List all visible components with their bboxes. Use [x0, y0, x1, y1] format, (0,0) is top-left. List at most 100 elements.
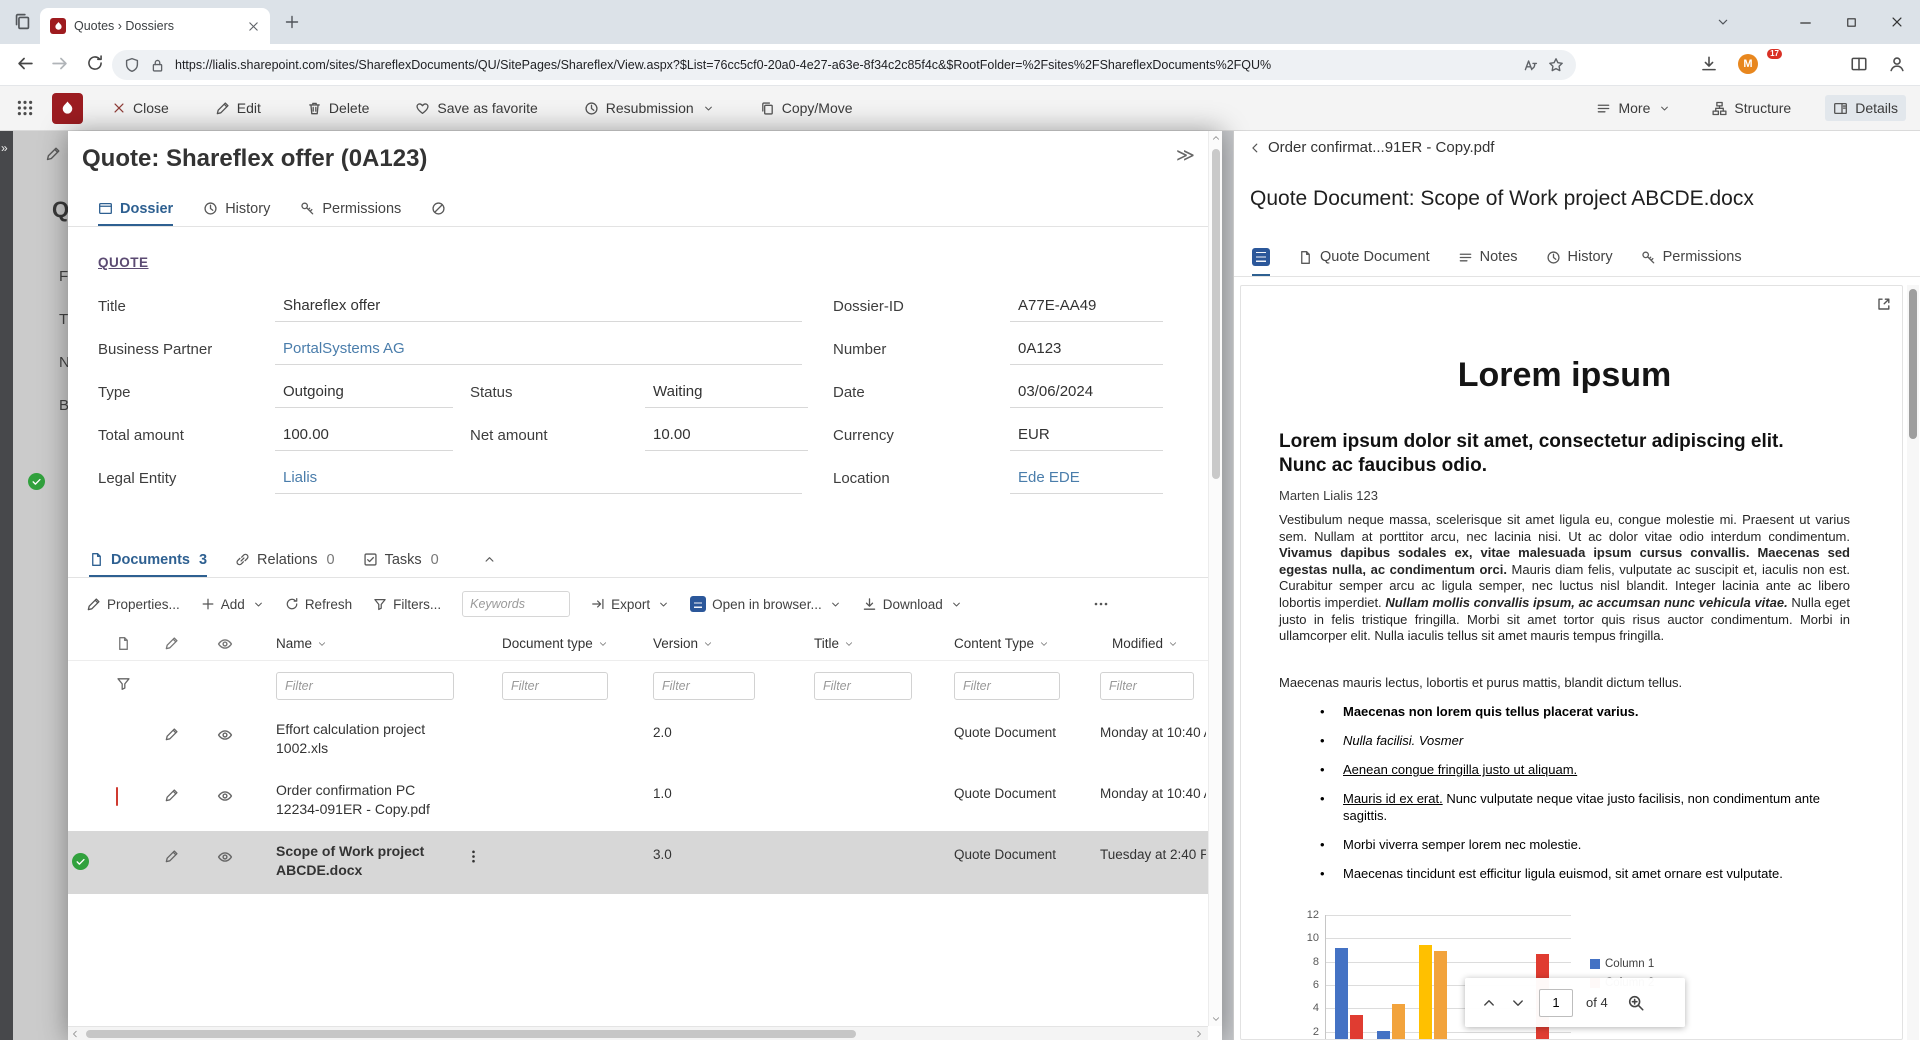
column-header-content-type[interactable]: Content Type	[954, 636, 1049, 651]
tab-list-chevron-icon[interactable]	[1716, 15, 1730, 29]
edit-button[interactable]: Edit	[207, 95, 269, 121]
filter-input-name[interactable]	[276, 672, 454, 700]
minimize-button[interactable]	[1782, 0, 1828, 44]
zoom-icon[interactable]	[1627, 994, 1645, 1012]
app-launcher-waffle-icon[interactable]	[16, 99, 34, 117]
scroll-thumb[interactable]	[86, 1030, 856, 1038]
shareflex-logo[interactable]	[52, 93, 83, 124]
page-down-icon[interactable]	[1510, 995, 1526, 1011]
filter-input-modified[interactable]	[1100, 672, 1194, 700]
details-button[interactable]: Details	[1825, 95, 1906, 121]
edit-pencil-icon[interactable]	[164, 788, 179, 803]
scroll-down-icon[interactable]	[1211, 1014, 1221, 1024]
tab-relations[interactable]: Relations0	[235, 544, 335, 577]
address-bar[interactable]: https://lialis.sharepoint.com/sites/Shar…	[112, 50, 1576, 80]
preview-vertical-scrollbar[interactable]	[1907, 285, 1919, 1040]
copy-move-button[interactable]: Copy/Move	[752, 95, 861, 121]
tab-tasks[interactable]: Tasks0	[363, 544, 439, 577]
filters-button[interactable]: Filters...	[373, 597, 441, 612]
scroll-up-icon[interactable]	[1211, 133, 1221, 143]
tab-history[interactable]: History	[1546, 240, 1613, 276]
filter-input-document-type[interactable]	[502, 672, 608, 700]
location-link[interactable]: Ede EDE	[1010, 463, 1163, 494]
window-close-button[interactable]	[1874, 0, 1920, 44]
downloads-icon[interactable]	[1700, 55, 1718, 73]
tab-notes[interactable]: Notes	[1458, 240, 1518, 276]
add-button[interactable]: Add	[201, 597, 264, 612]
translate-icon[interactable]	[1522, 57, 1538, 73]
scroll-left-icon[interactable]	[70, 1029, 80, 1039]
page-up-icon[interactable]	[1481, 995, 1497, 1011]
dialog-horizontal-scrollbar[interactable]	[68, 1026, 1208, 1040]
row-selected-check-icon[interactable]	[72, 853, 89, 870]
download-button[interactable]: Download	[862, 597, 962, 612]
resubmission-button[interactable]: Resubmission	[576, 95, 722, 121]
dialog-vertical-scrollbar[interactable]	[1208, 131, 1222, 1026]
edit-pencil-icon[interactable]	[164, 727, 179, 742]
m-avatar-icon[interactable]: M	[1738, 54, 1758, 74]
maximize-button[interactable]	[1828, 0, 1874, 44]
preview-eye-icon[interactable]	[217, 788, 233, 804]
column-header-version[interactable]: Version	[653, 636, 713, 651]
filter-input-title[interactable]	[814, 672, 912, 700]
preview-back-row[interactable]: Order confirmat...91ER - Copy.pdf	[1248, 139, 1494, 156]
filter-input-version[interactable]	[653, 672, 755, 700]
expand-nav-icon[interactable]: »	[1, 141, 8, 155]
structure-button[interactable]: Structure	[1704, 95, 1799, 121]
url-text[interactable]: https://lialis.sharepoint.com/sites/Shar…	[175, 58, 1512, 72]
table-row[interactable]: Order confirmation PC 12234-091ER - Copy…	[68, 770, 1208, 831]
table-row-selected[interactable]: Scope of Work project ABCDE.docx 3.0 Quo…	[68, 831, 1208, 894]
favorite-star-icon[interactable]	[1548, 57, 1564, 73]
delete-button[interactable]: Delete	[299, 95, 377, 121]
row-kebab-menu-icon[interactable]	[466, 849, 481, 864]
tab-document-preview[interactable]	[1252, 240, 1270, 276]
filter-input-content-type[interactable]	[954, 672, 1060, 700]
tracking-shield-icon[interactable]	[124, 57, 140, 73]
popout-icon[interactable]	[1876, 296, 1892, 312]
refresh-icon[interactable]	[86, 54, 104, 72]
back-icon[interactable]	[16, 54, 35, 73]
forward-icon[interactable]	[50, 54, 69, 73]
tab-close-icon[interactable]	[247, 20, 260, 33]
more-button[interactable]: More	[1588, 95, 1678, 121]
preview-eye-icon[interactable]	[217, 849, 233, 865]
properties-button[interactable]: Properties...	[86, 597, 180, 612]
export-button[interactable]: Export	[591, 597, 669, 612]
open-in-browser-button[interactable]: Open in browser...	[690, 596, 841, 612]
tab-permissions[interactable]: Permissions	[300, 193, 401, 226]
tab-permissions[interactable]: Permissions	[1641, 240, 1742, 276]
tab-documents[interactable]: Documents3	[89, 544, 207, 577]
column-header-document-type[interactable]: Document type	[502, 636, 608, 651]
page-number-input[interactable]	[1539, 989, 1573, 1017]
business-partner-link[interactable]: PortalSystems AG	[275, 334, 802, 365]
scroll-right-icon[interactable]	[1194, 1029, 1204, 1039]
collapse-panel-icon[interactable]: ≫	[1176, 145, 1195, 166]
edit-column-icon[interactable]	[164, 636, 179, 651]
previous-document-label[interactable]: Order confirmat...91ER - Copy.pdf	[1268, 139, 1494, 156]
tab-dossier[interactable]: Dossier	[98, 193, 173, 226]
preview-column-icon[interactable]	[217, 636, 233, 652]
file-type-column-icon[interactable]	[116, 636, 131, 651]
document-name[interactable]: Scope of Work project ABCDE.docx	[276, 842, 454, 880]
scroll-thumb[interactable]	[1212, 149, 1220, 479]
save-favorite-button[interactable]: Save as favorite	[407, 95, 545, 121]
table-row[interactable]: Effort calculation project 1002.xls 2.0 …	[68, 709, 1208, 770]
new-tab-button[interactable]	[284, 14, 300, 30]
lock-icon[interactable]	[150, 58, 165, 73]
browser-tab[interactable]: Quotes › Dossiers	[40, 8, 270, 44]
legal-entity-link[interactable]: Lialis	[275, 463, 802, 494]
close-button[interactable]: Close	[104, 95, 177, 121]
column-header-modified[interactable]: Modified	[1112, 636, 1178, 651]
collapse-section-icon[interactable]	[483, 544, 496, 577]
document-name[interactable]: Effort calculation project 1002.xls	[276, 720, 454, 758]
section-heading-quote[interactable]: QUOTE	[98, 255, 149, 270]
more-options-icon[interactable]	[1093, 596, 1109, 612]
workspaces-icon[interactable]	[13, 12, 32, 31]
document-name[interactable]: Order confirmation PC 12234-091ER - Copy…	[276, 781, 454, 819]
edit-pencil-icon[interactable]	[164, 849, 179, 864]
preview-eye-icon[interactable]	[217, 727, 233, 743]
keywords-input[interactable]	[462, 591, 570, 617]
split-screen-icon[interactable]	[1850, 55, 1868, 73]
tab-history[interactable]: History	[203, 193, 270, 226]
scroll-thumb[interactable]	[1909, 289, 1917, 439]
